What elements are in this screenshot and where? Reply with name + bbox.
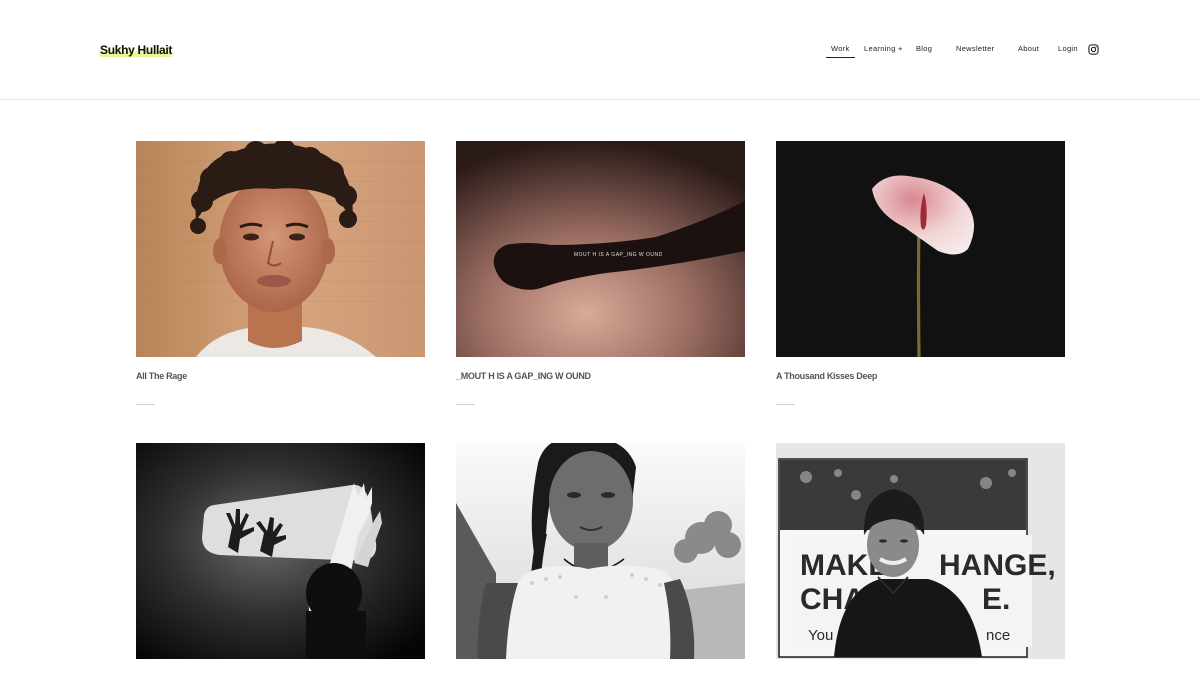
project-thumbnail[interactable] xyxy=(136,443,425,659)
sign-text-e: E. xyxy=(982,583,1010,616)
site-header: Sukhy Hullait Work Learning + Blog Newsl… xyxy=(0,0,1200,100)
nav-item-work[interactable]: Work xyxy=(826,44,855,58)
sign-text-nce: nce xyxy=(986,627,1010,644)
hand-shadows-image xyxy=(136,443,425,659)
project-thumbnail[interactable] xyxy=(136,141,425,357)
nav-item-learning[interactable]: Learning + xyxy=(864,44,903,53)
nav-item-login[interactable]: Login xyxy=(1058,44,1078,53)
arm-silhouette-image: MOUT H IS A GAP_ING W OUND xyxy=(456,141,745,357)
project-title[interactable]: All The Rage xyxy=(136,371,187,381)
main-nav: Work Learning + Blog Newsletter About Lo… xyxy=(0,44,1200,64)
project-title[interactable]: _MOUT H IS A GAP_ING W OUND xyxy=(456,371,591,381)
sign-text-you: You xyxy=(808,627,833,644)
project-title[interactable]: A Thousand Kisses Deep xyxy=(776,371,877,381)
project-thumbnail[interactable]: MOUT H IS A GAP_ING W OUND xyxy=(456,141,745,357)
projected-text: MOUT H IS A GAP_ING W OUND xyxy=(574,252,663,258)
portrait-image xyxy=(136,141,425,357)
make-change-image: MAKE HANGE, CHA E. You nce xyxy=(776,443,1065,659)
nav-item-blog[interactable]: Blog xyxy=(916,44,932,53)
instagram-icon[interactable] xyxy=(1088,44,1099,55)
project-thumbnail[interactable] xyxy=(776,141,1065,357)
nav-item-about[interactable]: About xyxy=(1018,44,1039,53)
title-divider xyxy=(136,404,155,405)
nav-item-newsletter[interactable]: Newsletter xyxy=(956,44,994,53)
project-thumbnail[interactable]: MAKE HANGE, CHA E. You nce xyxy=(776,443,1065,659)
title-divider xyxy=(776,404,795,405)
title-divider xyxy=(456,404,475,405)
project-thumbnail[interactable] xyxy=(456,443,745,659)
girl-portrait-image xyxy=(456,443,745,659)
sign-text-change: HANGE, xyxy=(939,549,1056,582)
flower-image xyxy=(776,141,1065,357)
